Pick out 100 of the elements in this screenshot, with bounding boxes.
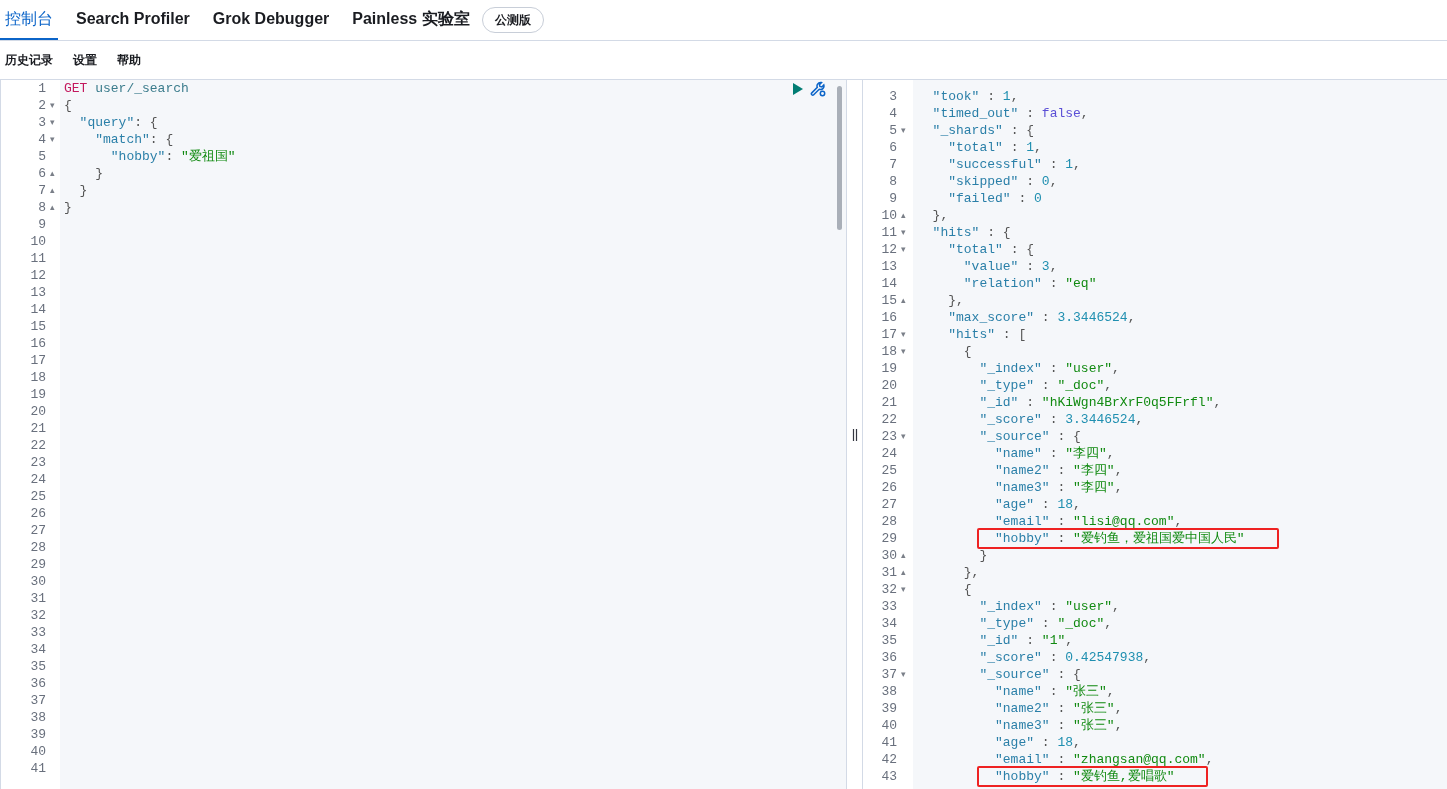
code-line: "hobby": "爱祖国"	[109, 148, 236, 165]
line-number: 15	[29, 317, 46, 336]
fold-toggle[interactable]: ▾	[901, 245, 910, 254]
code-line: "_id" : "hKiWgn4BrXrF0q5FFrfl",	[978, 394, 1222, 411]
code-line: "name2" : "张三",	[994, 700, 1123, 717]
line-number: 26	[880, 478, 897, 497]
line-number: 4	[888, 104, 897, 123]
fold-toggle[interactable]: ▴	[50, 169, 59, 178]
code-line: GET user/_search	[64, 80, 189, 97]
code-line: "_source" : {	[978, 428, 1081, 445]
code-line: "match": {	[94, 131, 174, 148]
menu-link[interactable]: 历史记录	[5, 51, 53, 69]
line-number: 13	[29, 283, 46, 302]
line-number: 12	[29, 266, 46, 285]
line-number: 3	[888, 87, 897, 106]
fold-toggle[interactable]: ▴	[50, 203, 59, 212]
code-line: "name" : "李四",	[994, 445, 1115, 462]
resize-handle-icon[interactable]	[851, 428, 858, 441]
line-number: 35	[880, 631, 897, 650]
line-number: 29	[880, 529, 897, 548]
tab[interactable]: Search Profiler	[71, 0, 195, 40]
tab[interactable]: Grok Debugger	[207, 0, 335, 40]
fold-toggle[interactable]: ▾	[901, 228, 910, 237]
line-number: 1	[37, 80, 46, 98]
line-number: 22	[29, 436, 46, 455]
tab[interactable]: Painless 实验室	[347, 0, 475, 40]
code-line: "hobby" : "爱钓鱼,爱唱歌"	[994, 768, 1175, 785]
code-line: "email" : "lisi@qq.com",	[994, 513, 1183, 530]
line-number: 23	[29, 453, 46, 472]
code-line: "email" : "zhangsan@qq.com",	[994, 751, 1214, 768]
fold-toggle[interactable]: ▾	[901, 126, 910, 135]
code-line: "successful" : 1,	[947, 156, 1081, 173]
line-number: 6	[888, 138, 897, 157]
fold-toggle[interactable]: ▾	[50, 135, 59, 144]
line-number: 9	[888, 189, 897, 208]
line-number: 27	[880, 495, 897, 514]
fold-toggle[interactable]: ▾	[901, 347, 910, 356]
line-number: 32	[29, 606, 46, 625]
fold-toggle[interactable]: ▾	[901, 670, 910, 679]
line-number: 36	[880, 648, 897, 667]
line-number: 31	[880, 563, 897, 582]
line-number: 21	[880, 393, 897, 412]
play-icon[interactable]	[792, 82, 804, 96]
fold-toggle[interactable]: ▾	[50, 101, 59, 110]
code-line: },	[931, 207, 949, 224]
line-number: 10	[880, 206, 897, 225]
line-number: 37	[880, 665, 897, 684]
code-line: "failed" : 0	[947, 190, 1042, 207]
line-number: 25	[29, 487, 46, 506]
code-line: "took" : 1,	[931, 88, 1019, 105]
line-number: 28	[880, 512, 897, 531]
line-number: 33	[29, 623, 46, 642]
line-number: 30	[29, 572, 46, 591]
line-number: 12	[880, 240, 897, 259]
wrench-icon[interactable]	[810, 81, 826, 97]
line-number: 18	[880, 342, 897, 361]
line-number: 36	[29, 674, 46, 693]
line-number: 6	[37, 164, 46, 183]
line-number: 3	[37, 113, 46, 132]
line-number: 24	[29, 470, 46, 489]
line-number: 23	[880, 427, 897, 446]
fold-toggle[interactable]: ▴	[50, 186, 59, 195]
fold-toggle[interactable]: ▾	[901, 585, 910, 594]
line-number: 19	[880, 359, 897, 378]
code-line: "_source" : {	[978, 666, 1081, 683]
line-number: 14	[880, 274, 897, 293]
code-line: "age" : 18,	[994, 734, 1081, 751]
line-number: 42	[880, 750, 897, 769]
code-line: "query": {	[78, 114, 158, 131]
fold-toggle[interactable]: ▾	[901, 330, 910, 339]
code-line: "hobby" : "爱钓鱼，爱祖国爱中国人民"	[994, 530, 1245, 547]
tab[interactable]: 控制台	[0, 0, 58, 40]
line-number: 4	[37, 130, 46, 149]
line-number: 16	[29, 334, 46, 353]
menu-link[interactable]: 帮助	[117, 51, 141, 69]
code-line: {	[962, 343, 972, 360]
line-number: 14	[29, 300, 46, 319]
scrollbar-thumb[interactable]	[837, 86, 842, 230]
fold-toggle[interactable]: ▴	[901, 568, 910, 577]
line-number: 35	[29, 657, 46, 676]
line-number: 34	[880, 614, 897, 633]
fold-toggle[interactable]: ▴	[901, 211, 910, 220]
fold-toggle[interactable]: ▾	[901, 432, 910, 441]
line-number: 32	[880, 580, 897, 599]
line-number: 21	[29, 419, 46, 438]
code-line: "value" : 3,	[962, 258, 1058, 275]
fold-toggle[interactable]: ▴	[901, 296, 910, 305]
request-editor[interactable]: 1 GET user/_search 2 ▾ { 3 ▾ "query": { 4 ▾ "match": { 5 "hobby": "爱祖国" 6 ▴ } 7 ▴ } 8 ▴ } 9 10 11 12 13 14 15 16 17 18 19 20 21 22 23 24 25 26 27 28 29 30 31 32 33 34 35 36 37 38 39 40 41	[0, 80, 846, 789]
line-number: 40	[880, 716, 897, 735]
line-number: 28	[29, 538, 46, 557]
fold-toggle[interactable]: ▴	[901, 551, 910, 560]
line-number: 11	[880, 223, 897, 242]
fold-toggle[interactable]: ▾	[50, 118, 59, 127]
code-line: }	[64, 199, 72, 216]
line-number: 8	[888, 172, 897, 191]
menu-link[interactable]: 设置	[73, 51, 97, 69]
code-line: "_type" : "_doc",	[978, 377, 1113, 394]
line-number: 40	[29, 742, 46, 761]
line-number: 37	[29, 691, 46, 710]
code-line: },	[947, 292, 964, 309]
